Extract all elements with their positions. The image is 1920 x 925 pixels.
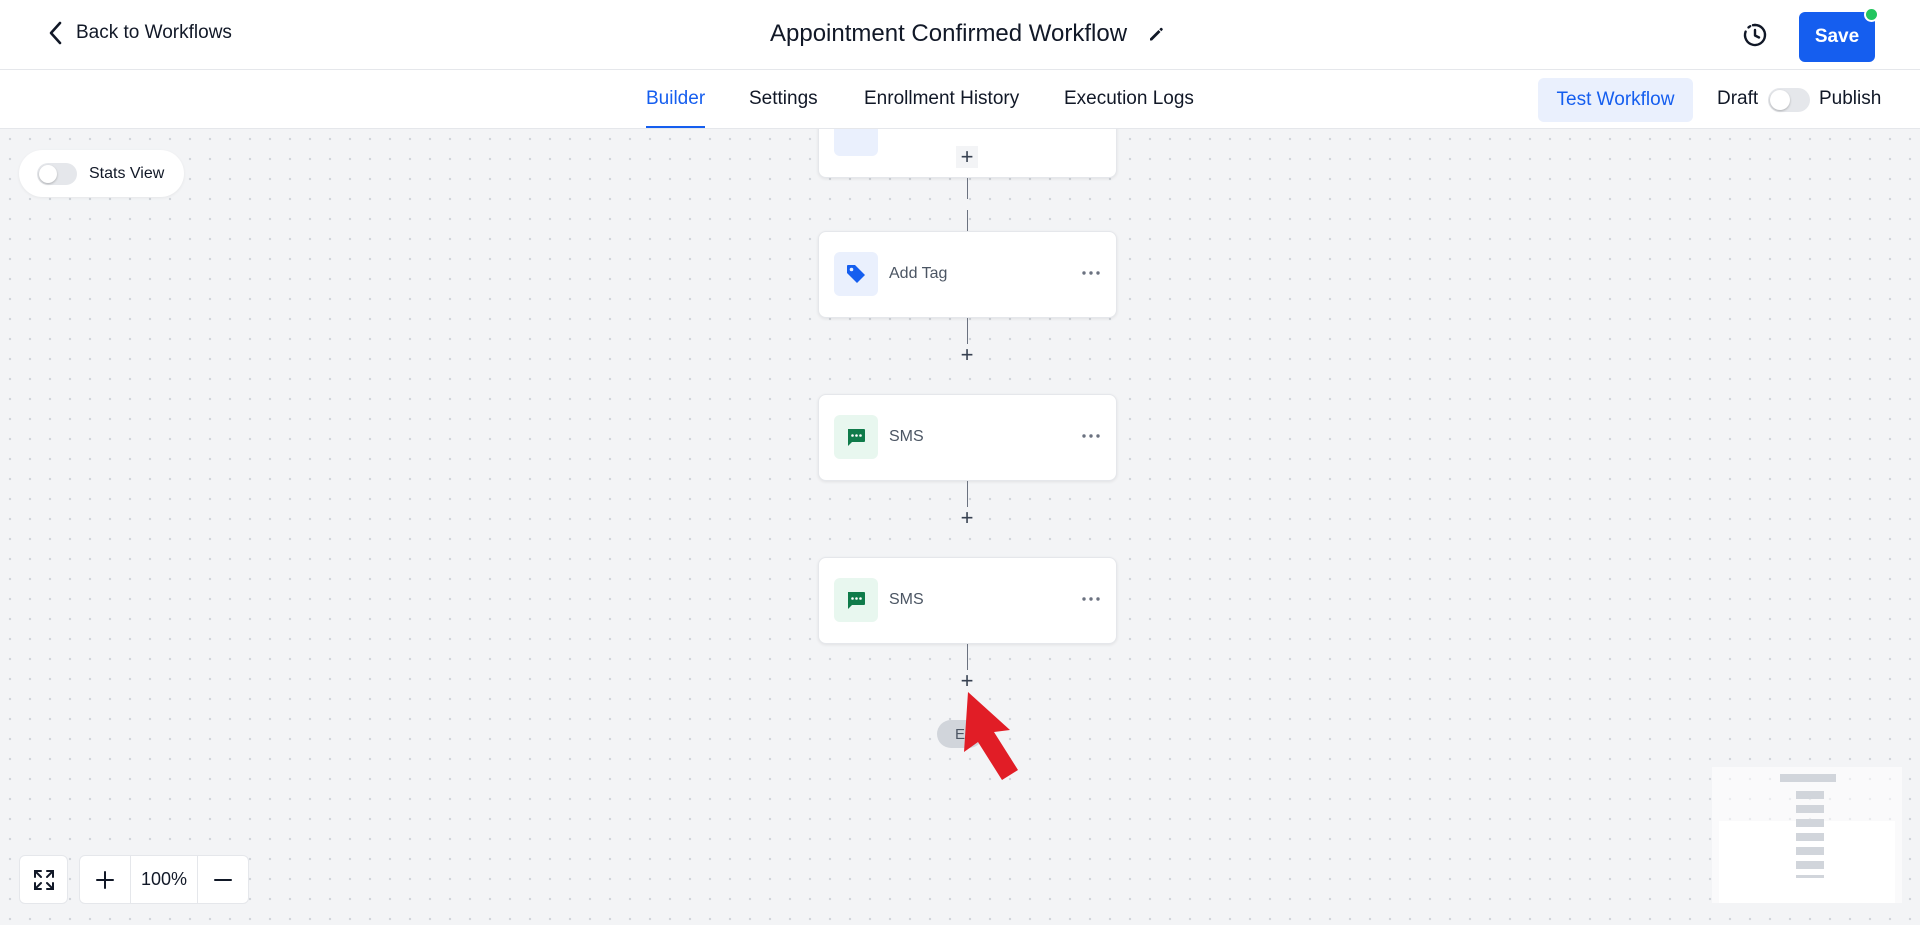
more-horizontal-icon	[1082, 597, 1100, 601]
plus-icon	[96, 870, 114, 889]
stats-view-toggle[interactable]: Stats View	[19, 150, 184, 197]
workflow-node-sms-2[interactable]: SMS	[818, 557, 1117, 644]
toggle-knob	[1770, 90, 1790, 110]
pencil-icon[interactable]	[1147, 25, 1165, 43]
minimap-node	[1796, 819, 1824, 827]
test-workflow-button[interactable]: Test Workflow	[1538, 78, 1693, 122]
draft-label: Draft	[1717, 88, 1759, 109]
chevron-left-icon	[49, 21, 62, 45]
back-label: Back to Workflows	[76, 22, 232, 43]
version-history-button[interactable]	[1740, 20, 1770, 50]
back-to-workflows-link[interactable]: Back to Workflows	[48, 21, 232, 45]
node-label: Add Tag	[889, 265, 948, 282]
fit-to-screen-button[interactable]	[19, 855, 68, 904]
expand-icon	[33, 869, 54, 890]
stats-view-label: Stats View	[89, 164, 165, 182]
node-label: SMS	[889, 591, 924, 608]
message-icon	[834, 578, 878, 622]
history-icon	[1743, 23, 1767, 47]
stats-switch[interactable]	[37, 162, 77, 185]
save-button[interactable]: Save	[1799, 12, 1875, 62]
node-more-options-button[interactable]	[1078, 588, 1104, 610]
more-horizontal-icon	[1082, 271, 1100, 275]
node-label: SMS	[889, 428, 924, 445]
zoom-level: 100%	[130, 856, 198, 903]
add-step-button[interactable]: +	[956, 344, 978, 366]
unsaved-status-dot	[1864, 7, 1879, 22]
more-horizontal-icon	[1082, 434, 1100, 438]
workflow-canvas[interactable]: Stats View + Add Tag + SMS + SMS + E 100…	[0, 129, 1920, 925]
publish-label: Publish	[1819, 88, 1882, 109]
tab-enrollment-history[interactable]: Enrollment History	[864, 88, 1019, 110]
minimap-node	[1796, 791, 1824, 799]
workflow-node-sms-1[interactable]: SMS	[818, 394, 1117, 481]
tab-settings[interactable]: Settings	[749, 88, 818, 110]
add-step-button[interactable]: +	[956, 670, 978, 692]
workflow-title-group: Appointment Confirmed Workflow	[770, 20, 1165, 48]
publish-toggle[interactable]	[1768, 88, 1810, 112]
minimap-node	[1796, 805, 1824, 813]
message-icon	[834, 415, 878, 459]
active-tab-indicator	[646, 126, 705, 128]
node-more-options-button[interactable]	[1078, 262, 1104, 284]
minimap-node	[1796, 833, 1824, 841]
add-step-button[interactable]: +	[956, 146, 978, 168]
minus-icon	[214, 878, 232, 881]
end-marker: E	[937, 720, 983, 748]
minimap-node	[1796, 847, 1824, 855]
minimap-node	[1796, 861, 1824, 869]
tag-icon	[834, 252, 878, 296]
workflow-node-add-tag[interactable]: Add Tag	[818, 231, 1117, 318]
add-step-button[interactable]: +	[956, 507, 978, 529]
connector-line	[967, 210, 968, 231]
node-more-options-button[interactable]	[1078, 425, 1104, 447]
tab-bar: Builder Settings Enrollment History Exec…	[0, 70, 1920, 129]
zoom-in-button[interactable]	[80, 856, 130, 903]
zoom-controls: 100%	[79, 855, 249, 904]
minimap[interactable]	[1712, 767, 1902, 903]
zoom-out-button[interactable]	[198, 856, 248, 903]
page-title: Appointment Confirmed Workflow	[770, 20, 1128, 47]
connector-line	[967, 178, 968, 199]
toggle-knob	[39, 164, 57, 183]
tab-builder[interactable]: Builder	[646, 88, 705, 110]
node-icon-partial	[834, 129, 878, 156]
top-bar: Back to Workflows Appointment Confirmed …	[0, 0, 1920, 70]
tab-execution-logs[interactable]: Execution Logs	[1064, 88, 1194, 110]
minimap-node	[1780, 774, 1836, 782]
minimap-node	[1796, 875, 1824, 878]
